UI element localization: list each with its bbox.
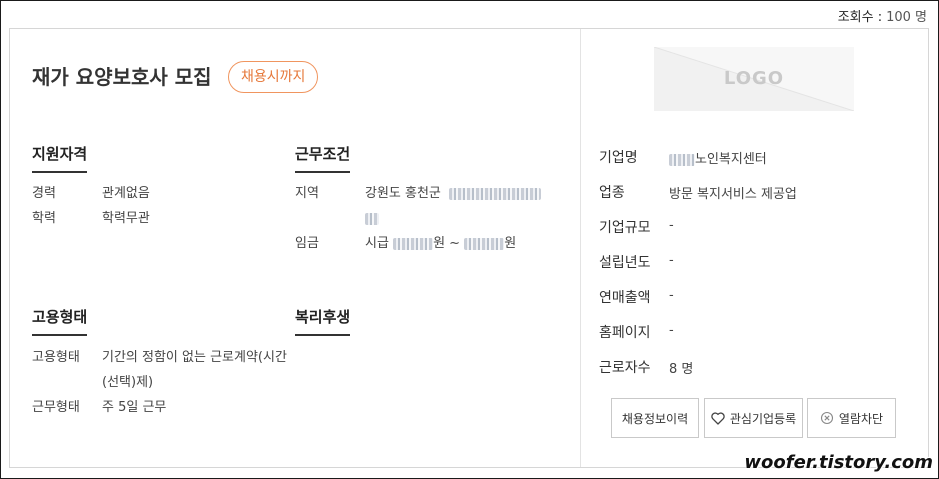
industry-value: 방문 복지서비스 제공업 <box>669 187 797 202</box>
region-label: 지역 <box>295 186 319 201</box>
heart-icon <box>711 411 725 425</box>
block-viewing-button[interactable]: 열람차단 <box>807 398 896 438</box>
employment-heading: 고용형태 <box>32 306 88 336</box>
redacted-wage-max <box>464 237 505 250</box>
company-size-value: - <box>669 218 674 233</box>
deadline-badge: 채용시까지 <box>228 61 319 93</box>
employment-type-value: 기간의 정함이 없는 근로계약(시간(선택)제) <box>102 350 287 390</box>
experience-value: 관계없음 <box>102 186 150 201</box>
wage-unit-2: 원 <box>504 236 517 251</box>
follow-company-button[interactable]: 관심기업등록 <box>704 398 803 438</box>
column-divider <box>580 29 581 467</box>
founded-year-value: - <box>669 253 674 268</box>
block-icon <box>820 411 833 425</box>
view-count-label: 조회수 : <box>837 10 883 25</box>
follow-company-label: 관심기업등록 <box>729 411 797 426</box>
homepage-value: - <box>669 323 674 338</box>
redacted-company-name <box>669 153 695 166</box>
wage-label: 임금 <box>295 236 319 251</box>
logo-text: LOGO <box>723 68 785 89</box>
conditions-heading: 근무조건 <box>295 143 351 173</box>
redacted-address <box>449 187 542 200</box>
job-detail-panel: 재가 요양보호사 모집 채용시까지 지원자격 경력 관계없음 학력 학력무관 근… <box>9 28 929 468</box>
region-value: 강원도 홍천군 <box>365 186 441 201</box>
conditions-row-region: 지역 강원도 홍천군 <box>295 181 575 231</box>
industry-label: 업종 <box>599 185 625 201</box>
redacted-address-2 <box>365 212 379 225</box>
revenue-label: 연매출액 <box>599 290 651 306</box>
revenue-value: - <box>669 288 674 303</box>
view-count: 조회수 :100 명 <box>838 6 927 25</box>
region-value-wrap: 강원도 홍천군 <box>365 181 555 231</box>
view-count-value: 100 명 <box>886 10 927 25</box>
qualification-heading: 지원자격 <box>32 143 88 173</box>
company-size-label: 기업규모 <box>599 220 651 236</box>
block-viewing-label: 열람차단 <box>838 411 884 426</box>
wage-unit-1: 원 ~ <box>433 236 461 251</box>
employment-row-type: 고용형태 기간의 정함이 없는 근로계약(시간(선택)제) <box>32 345 302 395</box>
site-watermark: woofer.tistory.com <box>744 452 933 473</box>
experience-label: 경력 <box>32 186 56 201</box>
job-history-label: 채용정보이력 <box>621 411 689 426</box>
wage-prefix: 시급 <box>365 236 389 251</box>
wage-value-wrap: 시급 원 ~ 원 <box>365 231 565 256</box>
job-history-button[interactable]: 채용정보이력 <box>611 398 699 438</box>
job-title: 재가 요양보호사 모집 <box>32 65 212 89</box>
company-name-wrap: 노인복지센터 <box>669 148 767 167</box>
homepage-label: 홈페이지 <box>599 325 651 341</box>
employee-count-value: 8 명 <box>669 362 694 377</box>
work-schedule-label: 근무형태 <box>32 400 80 415</box>
employee-count-label: 근로자수 <box>599 360 651 376</box>
education-value: 학력무관 <box>102 211 150 226</box>
company-logo: LOGO <box>654 47 854 111</box>
founded-year-label: 설립년도 <box>599 255 651 271</box>
work-schedule-value: 주 5일 근무 <box>102 400 167 415</box>
company-name-label: 기업명 <box>599 150 638 166</box>
education-label: 학력 <box>32 211 56 226</box>
benefits-heading: 복리후생 <box>295 306 351 336</box>
company-name-value: 노인복지센터 <box>695 152 767 167</box>
redacted-wage-min <box>393 237 434 250</box>
employment-type-label: 고용형태 <box>32 350 80 365</box>
